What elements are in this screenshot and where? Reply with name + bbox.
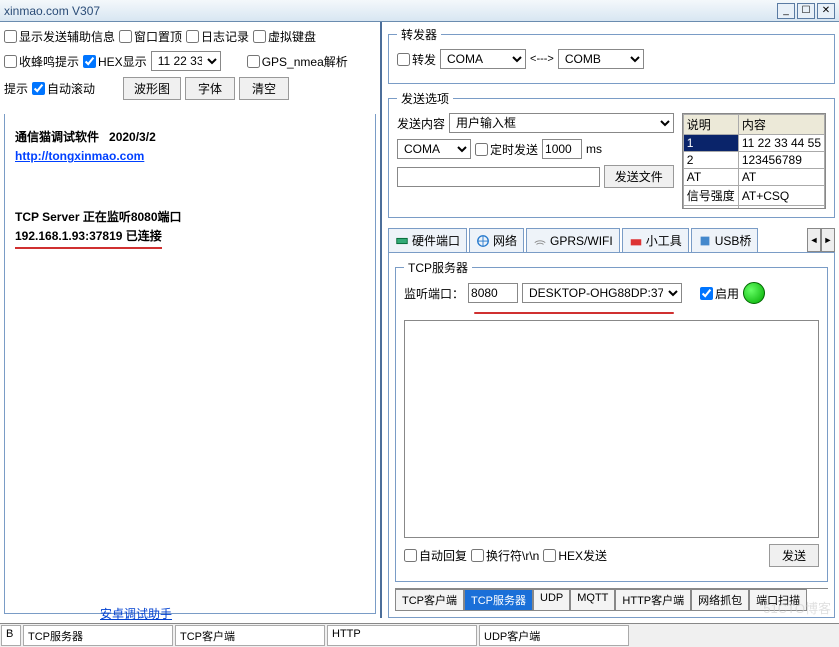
tab-usb[interactable]: USB桥 — [691, 228, 759, 252]
forwarder-legend: 转发器 — [397, 26, 441, 43]
tab-network[interactable]: 网络 — [469, 228, 524, 252]
forwarder-group: 转发器 转发 COMA <---> COMB — [388, 26, 835, 84]
pin-top-checkbox[interactable]: 窗口置顶 — [119, 28, 182, 45]
tab-gprs[interactable]: GPRS/WIFI — [526, 228, 620, 252]
tcp-server-group: TCP服务器 监听端口： DESKTOP-OHG88DP:3781 启用 自动回… — [395, 259, 828, 582]
send-content-label: 发送内容 — [397, 115, 445, 132]
send-port-select[interactable]: COMA — [397, 139, 471, 159]
table-row[interactable]: 2123456789 — [683, 152, 824, 169]
tab-tools[interactable]: 小工具 — [622, 228, 689, 252]
forward-checkbox[interactable]: 转发 — [397, 51, 436, 68]
autoscroll-checkbox[interactable]: 自动滚动 — [32, 80, 95, 97]
android-link[interactable]: 安卓调试助手 — [100, 605, 172, 622]
clear-button[interactable]: 清空 — [239, 77, 289, 100]
listen-port-input[interactable] — [468, 283, 518, 303]
log-line-listen: TCP Server 正在监听8080端口 — [15, 208, 365, 227]
status-tcpclient: TCP客户端 — [175, 625, 325, 646]
forward-dst-select[interactable]: COMB — [558, 49, 644, 69]
status-indicator-icon — [743, 282, 765, 304]
status-tcpserver: TCP服务器 — [23, 625, 173, 646]
footer: 安卓调试助手 — [0, 603, 839, 623]
interval-input[interactable] — [542, 139, 582, 159]
send-content-select[interactable]: 用户输入框 — [449, 113, 674, 133]
window-title: xinmao.com V307 — [4, 4, 100, 18]
log-checkbox[interactable]: 日志记录 — [186, 28, 249, 45]
port-icon — [395, 234, 409, 248]
gps-checkbox[interactable]: GPS_nmea解析 — [247, 53, 348, 70]
main-tabs: 硬件端口 网络 GPRS/WIFI 小工具 USB桥 ◄ ► — [388, 228, 835, 253]
tab-scroll-left[interactable]: ◄ — [807, 228, 821, 252]
usb-icon — [698, 234, 712, 248]
right-panel: 转发器 转发 COMA <---> COMB 发送选项 发送内容 用户输入框 C… — [382, 22, 839, 618]
app-name: 通信猫调试软件 — [15, 130, 99, 144]
annotation-underline — [474, 312, 674, 314]
forward-arrows-icon: <---> — [530, 53, 554, 65]
table-row[interactable] — [683, 206, 824, 210]
ms-label: ms — [586, 142, 602, 156]
close-button[interactable]: ✕ — [817, 3, 835, 19]
table-row[interactable]: ATAT — [683, 169, 824, 186]
autoreply-checkbox[interactable]: 自动回复 — [404, 547, 467, 564]
tcp-panel: TCP服务器 监听端口： DESKTOP-OHG88DP:3781 启用 自动回… — [388, 253, 835, 618]
tcp-output-box[interactable] — [404, 320, 819, 538]
table-row[interactable]: 111 22 33 44 55 — [683, 135, 824, 152]
status-udp: UDP客户端 — [479, 625, 629, 646]
hex-display-checkbox[interactable]: HEX显示 — [83, 53, 147, 70]
quick-send-table[interactable]: 说明内容 111 22 33 44 55 2123456789 ATAT 信号强… — [682, 113, 826, 209]
send-options-group: 发送选项 发送内容 用户输入框 COMA 定时发送 ms 发送 — [388, 90, 835, 218]
homepage-link[interactable]: http://tongxinmao.com — [15, 149, 144, 163]
toolbox-icon — [629, 234, 643, 248]
left-panel: 显示发送辅助信息 窗口置顶 日志记录 虚拟键盘 收蜂鸣提示 HEX显示 11 2… — [0, 22, 382, 618]
title-bar: xinmao.com V307 _ ☐ ✕ — [0, 0, 839, 22]
log-line-connected: 192.168.1.93:37819 已连接 — [15, 227, 162, 249]
enable-checkbox[interactable]: 启用 — [700, 285, 739, 302]
minimize-button[interactable]: _ — [777, 3, 795, 19]
globe-icon — [476, 234, 490, 248]
send-file-path[interactable] — [397, 167, 600, 187]
show-aux-checkbox[interactable]: 显示发送辅助信息 — [4, 28, 115, 45]
beep-checkbox[interactable]: 收蜂鸣提示 — [4, 53, 79, 70]
host-select[interactable]: DESKTOP-OHG88DP:3781 — [522, 283, 682, 303]
tab-hardware[interactable]: 硬件端口 — [388, 228, 467, 252]
tcp-server-legend: TCP服务器 — [404, 259, 472, 276]
left-toolbar: 显示发送辅助信息 窗口置顶 日志记录 虚拟键盘 收蜂鸣提示 HEX显示 11 2… — [0, 22, 380, 110]
crlf-checkbox[interactable]: 换行符\r\n — [471, 547, 539, 564]
maximize-button[interactable]: ☐ — [797, 3, 815, 19]
status-b: B — [1, 625, 21, 646]
tab-scroll-right[interactable]: ► — [821, 228, 835, 252]
timed-send-checkbox[interactable]: 定时发送 — [475, 141, 538, 158]
hex-select[interactable]: 11 22 33 — [151, 51, 221, 71]
send-button[interactable]: 发送 — [769, 544, 819, 567]
status-http: HTTP — [327, 625, 477, 646]
send-file-button[interactable]: 发送文件 — [604, 165, 674, 188]
window-buttons: _ ☐ ✕ — [777, 3, 835, 19]
tip-label: 提示 — [4, 80, 28, 97]
waveform-button[interactable]: 波形图 — [123, 77, 181, 100]
vkbd-checkbox[interactable]: 虚拟键盘 — [253, 28, 316, 45]
listen-port-label: 监听端口： — [404, 285, 464, 302]
hexsend-checkbox[interactable]: HEX发送 — [543, 547, 607, 564]
app-date: 2020/3/2 — [109, 130, 156, 144]
font-button[interactable]: 字体 — [185, 77, 235, 100]
table-row[interactable]: 信号强度AT+CSQ — [683, 186, 824, 206]
status-bar: B TCP服务器 TCP客户端 HTTP UDP客户端 — [0, 623, 839, 647]
forward-src-select[interactable]: COMA — [440, 49, 526, 69]
log-area: 通信猫调试软件 2020/3/2 http://tongxinmao.com T… — [4, 114, 376, 614]
wifi-icon — [533, 234, 547, 248]
watermark: 51CTO博客 — [763, 598, 831, 617]
send-options-legend: 发送选项 — [397, 90, 453, 107]
